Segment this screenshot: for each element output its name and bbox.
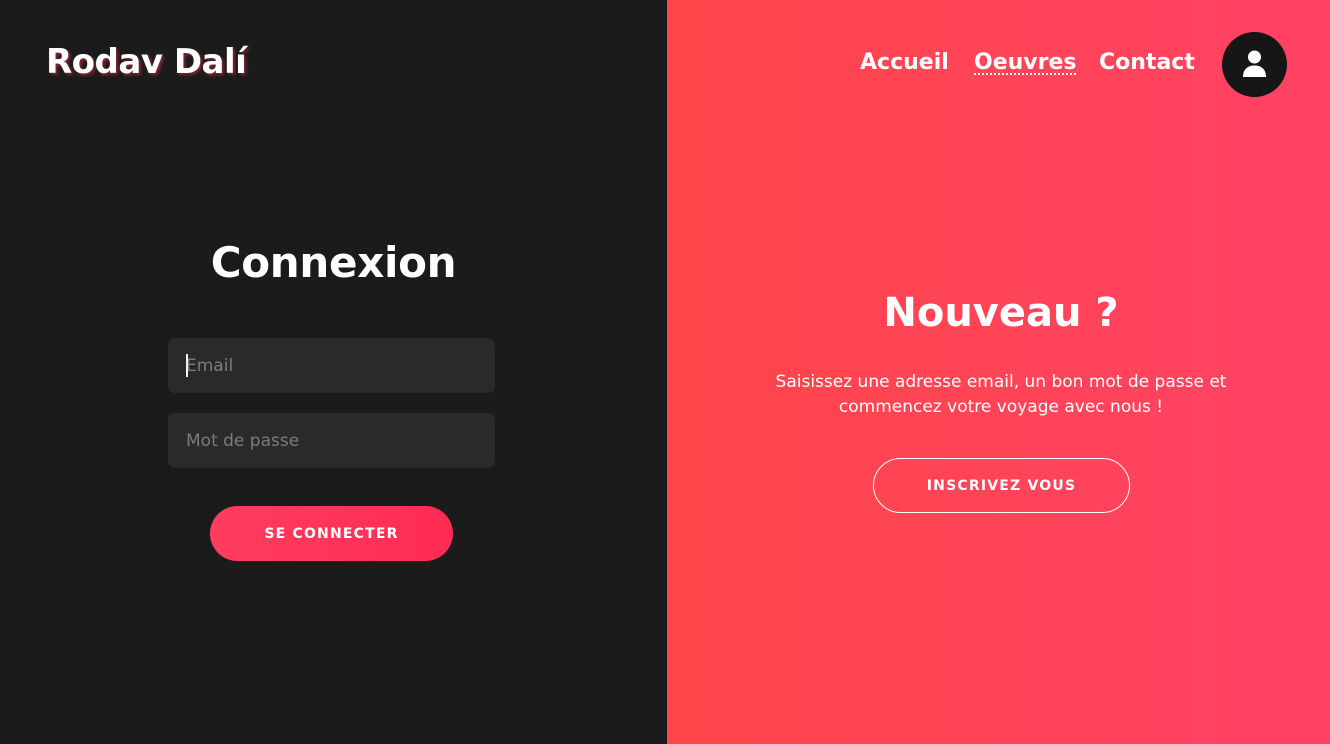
password-field[interactable]	[168, 413, 495, 468]
login-title: Connexion	[210, 238, 457, 287]
login-panel: Rodav Dalí Connexion SE CONNECTER	[0, 0, 667, 744]
brand-logo[interactable]: Rodav Dalí	[46, 42, 247, 82]
login-page: Rodav Dalí Connexion SE CONNECTER Accuei…	[0, 0, 1330, 744]
user-icon	[1243, 50, 1266, 77]
email-field[interactable]	[168, 338, 495, 393]
profile-button[interactable]	[1222, 32, 1287, 97]
nav-link-contact[interactable]: Contact	[1099, 50, 1195, 75]
nav-link-oeuvres[interactable]: Oeuvres	[974, 50, 1077, 75]
text-cursor	[186, 354, 188, 377]
signup-title: Nouveau ?	[883, 290, 1119, 336]
signup-button[interactable]: INSCRIVEZ VOUS	[873, 458, 1130, 513]
nav-link-accueil[interactable]: Accueil	[860, 50, 949, 75]
signup-description: Saisissez une adresse email, un bon mot …	[775, 372, 1227, 417]
login-button[interactable]: SE CONNECTER	[210, 506, 453, 561]
